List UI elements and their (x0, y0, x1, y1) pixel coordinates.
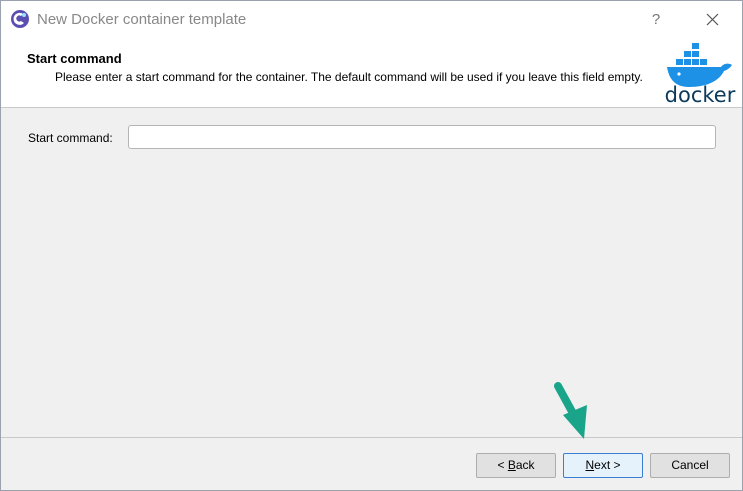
app-logo-icon (11, 10, 29, 28)
back-button[interactable]: < Back (476, 453, 556, 478)
footer-divider (1, 437, 742, 438)
back-button-label: ack (515, 458, 535, 472)
start-command-input[interactable] (128, 125, 716, 149)
window-title: New Docker container template (37, 11, 247, 28)
docker-logo-text: docker (665, 83, 736, 105)
cancel-button[interactable]: Cancel (650, 453, 730, 478)
annotation-arrow-icon (554, 382, 587, 439)
wizard-header: Start command Please enter a start comma… (1, 39, 742, 108)
start-command-label: Start command: (28, 131, 113, 145)
wizard-window: New Docker container template ? Start co… (0, 0, 743, 491)
docker-logo: docker (665, 43, 736, 105)
back-button-prefix: < (497, 458, 508, 472)
close-icon[interactable] (698, 7, 728, 33)
page-description: Please enter a start command for the con… (55, 70, 643, 84)
back-button-mnemonic: B (507, 458, 516, 472)
next-button-label: ext > (594, 458, 621, 472)
page-title: Start command (27, 51, 122, 66)
next-button-mnemonic: N (585, 458, 595, 472)
help-icon[interactable]: ? (642, 7, 670, 33)
title-bar: New Docker container template ? (1, 1, 742, 39)
next-button[interactable]: Next > (563, 453, 643, 478)
